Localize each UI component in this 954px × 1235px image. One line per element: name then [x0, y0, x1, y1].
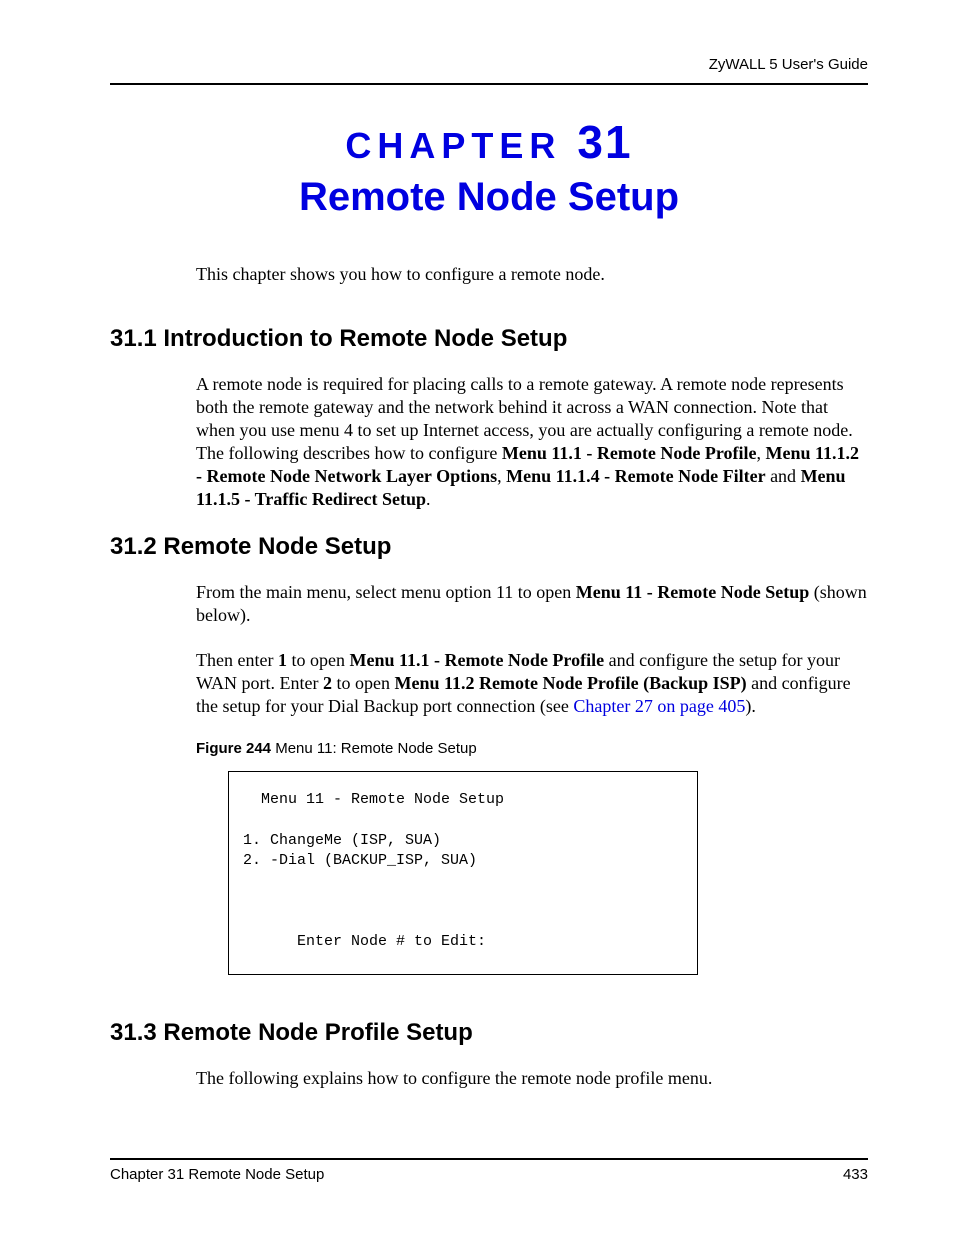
footer-rule — [110, 1158, 868, 1160]
text-run: ). — [745, 696, 756, 716]
chapter-intro: This chapter shows you how to configure … — [196, 264, 868, 285]
chapter-number: 31 — [577, 116, 632, 168]
menu-ref: Menu 11.1 - Remote Node Profile — [349, 650, 604, 670]
text-run: . — [426, 489, 431, 509]
menu-ref: Menu 11 - Remote Node Setup — [576, 582, 809, 602]
text-run: and — [766, 466, 801, 486]
figure-caption: Figure 244 Menu 11: Remote Node Setup — [196, 740, 868, 757]
footer-page-number: 433 — [843, 1166, 868, 1183]
running-head: ZyWALL 5 User's Guide — [110, 56, 868, 73]
section-31-3-heading: 31.3 Remote Node Profile Setup — [110, 1019, 868, 1047]
menu-ref: Menu 11.2 Remote Node Profile (Backup IS… — [394, 673, 746, 693]
section-31-2-para-2: Then enter 1 to open Menu 11.1 - Remote … — [196, 649, 868, 718]
header-rule — [110, 83, 868, 85]
text-run: , — [757, 443, 766, 463]
section-31-2-para-1: From the main menu, select menu option 1… — [196, 581, 868, 627]
page-footer: Chapter 31 Remote Node Setup 433 — [110, 1158, 868, 1183]
text-run: to open — [287, 650, 350, 670]
text-run: to open — [332, 673, 395, 693]
menu-ref: Menu 11.1 - Remote Node Profile — [502, 443, 757, 463]
figure-caption-label: Figure 244 — [196, 740, 271, 757]
text-run: Then enter — [196, 650, 278, 670]
cross-ref-link[interactable]: Chapter 27 on page 405 — [573, 696, 745, 716]
section-31-1-heading: 31.1 Introduction to Remote Node Setup — [110, 325, 868, 353]
text-run: , — [497, 466, 506, 486]
section-31-3-para: The following explains how to configure … — [196, 1067, 868, 1090]
figure-244-menu-screenshot: Menu 11 - Remote Node Setup 1. ChangeMe … — [228, 771, 698, 975]
text-run: From the main menu, select menu option 1… — [196, 582, 576, 602]
key-ref: 2 — [323, 673, 332, 693]
page: ZyWALL 5 User's Guide CHAPTER 31 Remote … — [0, 0, 954, 1235]
menu-ref: Menu 11.1.4 - Remote Node Filter — [506, 466, 765, 486]
chapter-label-word: CHAPTER — [345, 125, 561, 166]
figure-caption-text: Menu 11: Remote Node Setup — [271, 740, 477, 757]
chapter-title: Remote Node Setup — [110, 175, 868, 220]
chapter-label: CHAPTER 31 — [110, 115, 868, 169]
section-31-2-heading: 31.2 Remote Node Setup — [110, 533, 868, 561]
footer-chapter-label: Chapter 31 Remote Node Setup — [110, 1166, 324, 1183]
key-ref: 1 — [278, 650, 287, 670]
section-31-1-para: A remote node is required for placing ca… — [196, 373, 868, 511]
chapter-title-block: CHAPTER 31 Remote Node Setup — [110, 115, 868, 220]
